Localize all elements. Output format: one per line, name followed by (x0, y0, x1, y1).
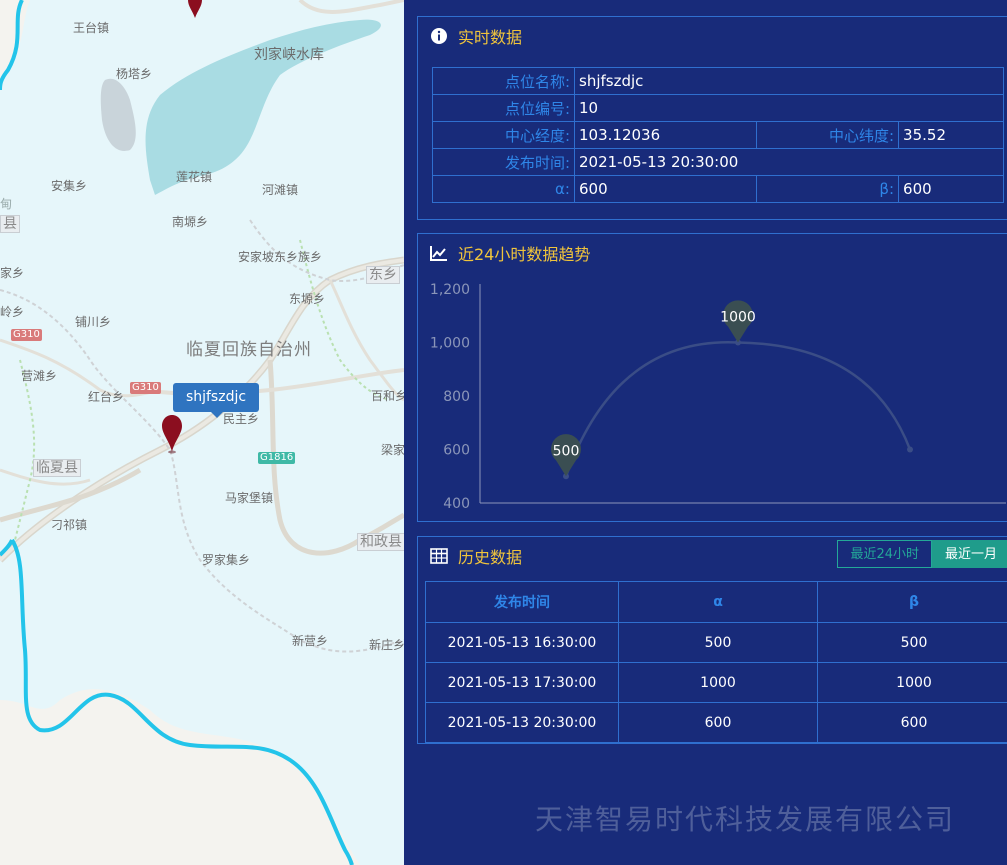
place-label: 王台镇 (73, 21, 110, 35)
y-tick-label: 1,200 (430, 282, 470, 298)
road-shield-g1816: G1816 (258, 452, 296, 464)
cell-beta: 600 (817, 702, 1007, 743)
place-label: 马家堡镇 (225, 491, 274, 505)
y-tick-label: 400 (443, 496, 470, 512)
realtime-table: 点位名称: shjfszdjc 点位编号: 10 中心经度: 103.12036… (432, 67, 1004, 203)
cell-beta: 1000 (817, 662, 1007, 703)
beta-value: 600 (898, 175, 1004, 203)
y-tick-label: 1,000 (430, 336, 470, 352)
table-row: 2021-05-13 20:30:00 600 600 (425, 702, 1007, 743)
latitude-value: 35.52 (898, 121, 1004, 149)
place-label: 安集乡 (51, 179, 88, 193)
last-24h-button[interactable]: 最近24小时 (837, 540, 932, 568)
place-label: 罗家集乡 (202, 553, 251, 567)
place-label: 红台乡 (88, 390, 125, 404)
table-row: 2021-05-13 17:30:00 1000 1000 (425, 662, 1007, 703)
history-panel: 历史数据 最近24小时 最近一月 发布时间 α β 2021-05-13 16:… (417, 536, 1007, 744)
cell-alpha: 600 (618, 702, 818, 743)
markpoint-label: 1000 (720, 310, 756, 326)
cell-time: 2021-05-13 17:30:00 (425, 662, 619, 703)
place-label: 营滩乡 (21, 369, 58, 383)
company-watermark: 天津智易时代科技发展有限公司 (535, 803, 956, 836)
realtime-title: 实时数据 (430, 24, 522, 48)
place-label: 南塬乡 (172, 215, 209, 229)
beta-label: β: (756, 175, 900, 203)
place-label: 河滩镇 (262, 183, 299, 197)
point-name-label: 点位名称: (432, 67, 575, 95)
column-header-alpha: α (618, 581, 818, 623)
point-code-label: 点位编号: (432, 94, 575, 122)
line-chart-icon (430, 246, 447, 261)
table-icon (430, 548, 448, 564)
place-label: 百和乡 (371, 389, 404, 403)
county-label: 县 (0, 215, 20, 233)
marker-tooltip[interactable]: shjfszdjc (173, 383, 259, 418)
longitude-value: 103.12036 (573, 121, 758, 149)
place-label: 家乡 (0, 266, 25, 280)
realtime-panel: 实时数据 点位名称: shjfszdjc 点位编号: 10 中心经度: 103.… (417, 16, 1007, 220)
cell-alpha: 1000 (618, 662, 818, 703)
place-label: 安家坡东乡族乡 (238, 250, 323, 264)
place-label: 莲花镇 (176, 170, 213, 184)
cell-time: 2021-05-13 20:30:00 (425, 702, 619, 743)
place-label: 甸 (0, 197, 13, 211)
column-header-beta: β (817, 581, 1007, 623)
history-table: 发布时间 α β 2021-05-13 16:30:00 500 500 202… (425, 581, 1007, 743)
place-label: 民主乡 (223, 412, 260, 426)
table-row: 2021-05-13 16:30:00 500 500 (425, 622, 1007, 663)
publish-time-label: 发布时间: (432, 148, 575, 176)
column-header-time: 发布时间 (425, 581, 619, 623)
place-label: 刘家峡水库 (254, 47, 324, 63)
map-pin-icon[interactable] (160, 414, 184, 454)
map-background (0, 0, 404, 865)
data-point (907, 446, 913, 453)
county-label: 和政县 (357, 533, 404, 551)
cell-alpha: 500 (618, 622, 818, 663)
place-label: 杨塔乡 (116, 67, 153, 81)
realtime-title-text: 实时数据 (458, 28, 523, 47)
region-label: 临夏回族自治州 (186, 340, 312, 360)
road-shield-g310: G310 (130, 382, 161, 394)
place-label: 新庄乡 (369, 638, 404, 652)
county-label: 临夏县 (33, 459, 81, 477)
alpha-label: α: (432, 175, 575, 203)
history-title: 历史数据 (430, 544, 522, 568)
markpoint-label: 500 (553, 443, 580, 459)
longitude-label: 中心经度: (432, 121, 575, 149)
last-month-button[interactable]: 最近一月 (931, 540, 1007, 568)
place-label: 铺川乡 (75, 315, 112, 329)
cell-beta: 500 (817, 622, 1007, 663)
point-code-value: 10 (574, 94, 1004, 122)
place-label: 东塬乡 (289, 292, 326, 306)
y-tick-label: 600 (443, 443, 470, 459)
trend-panel: 近24小时数据趋势 400 600 800 1,000 1,200 500 1000 (417, 233, 1007, 522)
place-label: 新营乡 (292, 634, 329, 648)
series-line (564, 341, 912, 477)
trend-chart[interactable]: 400 600 800 1,000 1,200 500 1000 (418, 262, 1007, 522)
road-shield-g310: G310 (11, 329, 42, 341)
map-view[interactable]: 王台镇 刘家峡水库 杨塔乡 莲花镇 河滩镇 安集乡 南塬乡 安家坡东乡族乡 东塬… (0, 0, 404, 865)
cell-time: 2021-05-13 16:30:00 (425, 622, 619, 663)
alpha-value: 600 (573, 175, 758, 203)
county-label: 东乡 (366, 266, 400, 284)
publish-time-value: 2021-05-13 20:30:00 (574, 148, 1004, 176)
place-label: 刁祁镇 (51, 518, 88, 532)
latitude-label: 中心纬度: (756, 121, 900, 149)
map-pin-icon[interactable] (185, 0, 205, 20)
point-name-value: shjfszdjc (574, 67, 1004, 95)
place-label: 梁家 (381, 443, 404, 457)
place-label: 岭乡 (0, 305, 25, 319)
range-toggle: 最近24小时 最近一月 (837, 540, 1007, 568)
y-tick-label: 800 (443, 389, 470, 405)
info-icon (431, 28, 447, 44)
history-title-text: 历史数据 (458, 548, 523, 567)
